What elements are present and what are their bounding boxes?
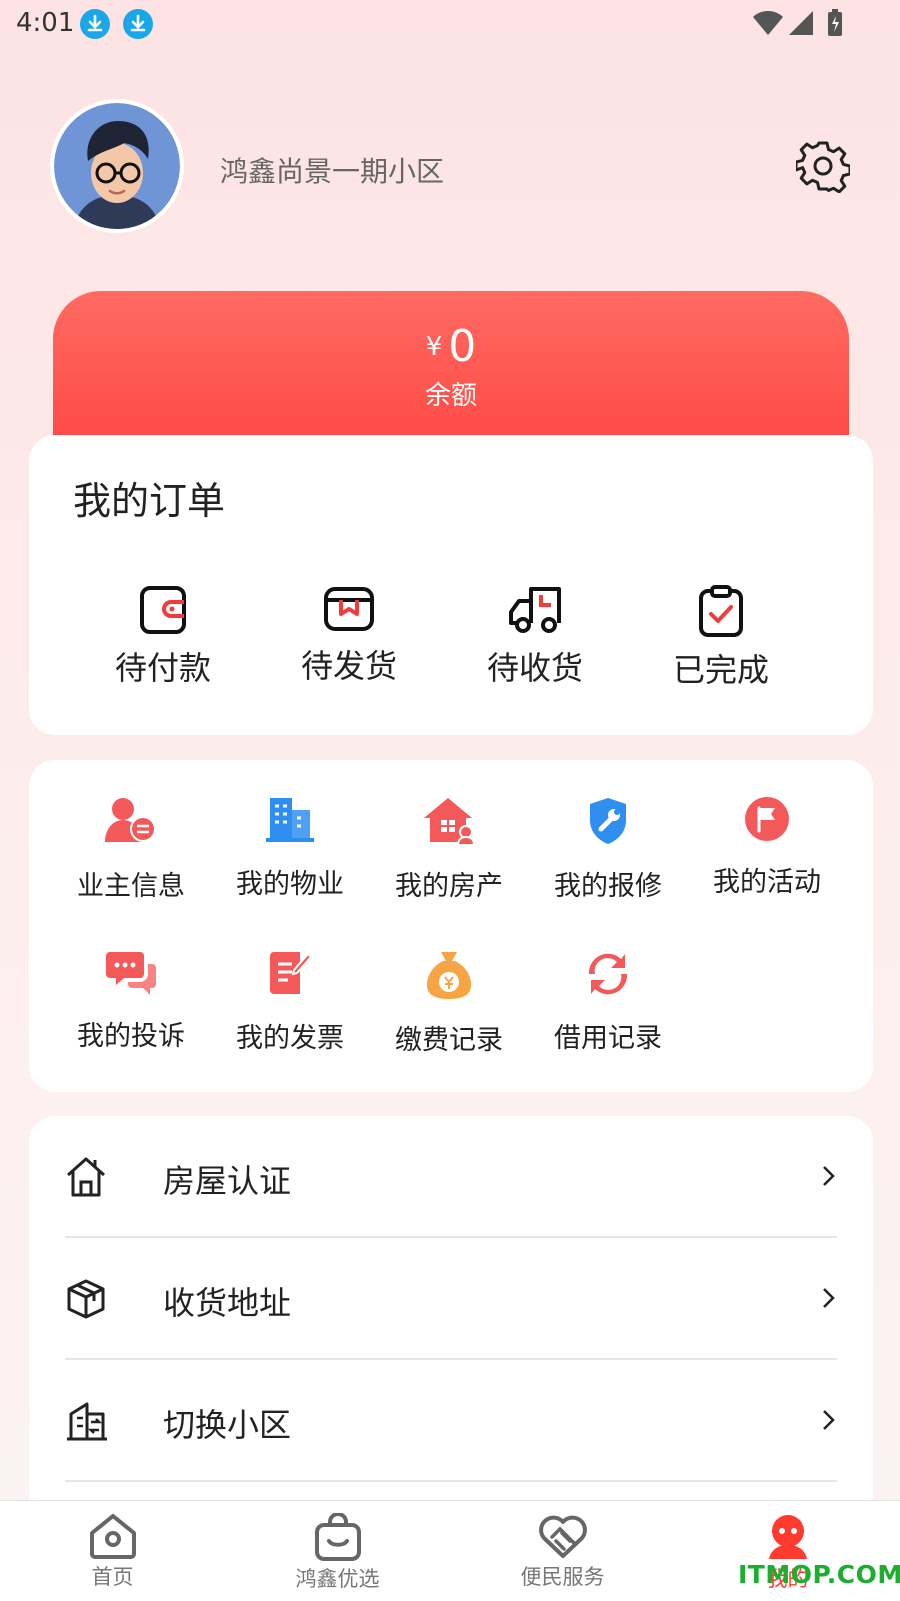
menu-label: 切换小区: [163, 1406, 292, 1444]
orders-card: 我的订单 待付款 待发货 待收货 已完成: [29, 435, 873, 735]
order-pending-payment[interactable]: 待付款: [83, 585, 243, 689]
order-label: 待付款: [114, 649, 211, 687]
service-label: 我的物业: [236, 869, 344, 900]
handshake-heart-icon: [538, 1515, 587, 1558]
menu-shipping-address[interactable]: 收货地址: [65, 1238, 837, 1358]
chevron-right-icon: [823, 1288, 835, 1308]
menu-house-verification[interactable]: 房屋认证: [65, 1116, 837, 1236]
status-time: 4:01: [16, 8, 75, 38]
orders-title: 我的订单: [73, 479, 226, 523]
service-my-repairs[interactable]: 我的报修: [528, 796, 688, 903]
divider: [65, 1480, 837, 1482]
service-label: 我的房产: [395, 871, 503, 902]
chat-icon: [106, 952, 156, 995]
menu-switch-community[interactable]: 切换小区: [65, 1360, 837, 1480]
building-icon: [266, 798, 314, 842]
chevron-right-icon: [823, 1166, 835, 1186]
clipboard-check-icon: [699, 585, 743, 637]
tab-label: 鸿鑫优选: [295, 1567, 380, 1591]
invoice-icon: [270, 952, 312, 994]
balance-amount: ¥0: [53, 321, 849, 372]
profile-tab-icon: [768, 1515, 807, 1559]
refresh-icon: [588, 953, 628, 995]
tab-label: 便民服务: [520, 1565, 605, 1589]
download-icon: [80, 9, 110, 39]
service-my-property[interactable]: 我的物业: [210, 796, 370, 901]
order-label: 待收货: [486, 649, 583, 687]
package-icon: [324, 587, 374, 631]
settings-list: 房屋认证 收货地址 切换小区: [29, 1116, 873, 1536]
tab-convenience-services[interactable]: 便民服务: [450, 1501, 675, 1601]
order-label: 已完成: [672, 651, 769, 689]
service-borrow-records[interactable]: 借用记录: [528, 950, 688, 1055]
repair-shield-icon: [590, 798, 626, 844]
money-bag-icon: [427, 952, 471, 999]
house-icon: [424, 798, 476, 846]
order-pending-shipment[interactable]: 待发货: [269, 585, 429, 687]
order-pending-receipt[interactable]: 待收货: [455, 585, 615, 689]
shopping-bag-icon: [314, 1513, 361, 1561]
services-card: 业主信息 我的物业 我的房产 我的报修 我的活动 我的投诉 我的发票 缴费记录 …: [29, 760, 873, 1092]
box-icon: [67, 1279, 105, 1319]
tab-label: 首页: [91, 1565, 134, 1589]
service-label: 缴费记录: [395, 1025, 503, 1056]
balance-label: 余额: [424, 381, 477, 411]
service-label: 借用记录: [554, 1023, 662, 1054]
profile-header: 鸿鑫尚景一期小区: [0, 95, 900, 240]
home-outline-icon: [67, 1157, 105, 1197]
flag-icon: [745, 797, 789, 841]
service-my-complaints[interactable]: 我的投诉: [51, 950, 211, 1053]
service-label: 我的报修: [554, 871, 662, 902]
order-label: 待发货: [300, 647, 397, 685]
menu-label: 收货地址: [163, 1284, 292, 1322]
currency-symbol: ¥: [425, 332, 443, 362]
signal-icon: [789, 11, 813, 35]
service-my-activities[interactable]: 我的活动: [687, 796, 847, 899]
gear-icon[interactable]: [796, 139, 850, 193]
balance-value: 0: [448, 321, 477, 372]
balance-card[interactable]: ¥0 余额: [53, 291, 849, 441]
switch-community-icon: [67, 1402, 107, 1441]
service-my-real-estate[interactable]: 我的房产: [369, 796, 529, 903]
service-my-invoices[interactable]: 我的发票: [210, 950, 370, 1055]
owner-info-icon: [105, 798, 156, 842]
wallet-icon: [140, 586, 186, 634]
service-label: 我的活动: [713, 867, 821, 898]
service-payment-records[interactable]: 缴费记录: [369, 950, 529, 1057]
home-tab-icon: [89, 1514, 136, 1559]
tab-hongxin-select[interactable]: 鸿鑫优选: [225, 1501, 450, 1601]
download-icon: [123, 9, 153, 39]
watermark: ITMOP.COM: [738, 1560, 900, 1589]
service-label: 我的发票: [236, 1023, 344, 1054]
service-label: 业主信息: [77, 871, 185, 902]
community-name[interactable]: 鸿鑫尚景一期小区: [220, 150, 444, 190]
truck-icon: [509, 587, 561, 633]
status-bar: 4:01: [0, 0, 900, 48]
order-completed[interactable]: 已完成: [641, 585, 801, 691]
tab-home[interactable]: 首页: [0, 1501, 225, 1601]
avatar[interactable]: [54, 103, 180, 229]
menu-label: 房屋认证: [163, 1162, 292, 1200]
service-label: 我的投诉: [77, 1021, 185, 1052]
battery-icon: [828, 9, 842, 36]
service-owner-info[interactable]: 业主信息: [51, 796, 211, 903]
wifi-icon: [753, 11, 783, 35]
chevron-right-icon: [823, 1410, 835, 1430]
